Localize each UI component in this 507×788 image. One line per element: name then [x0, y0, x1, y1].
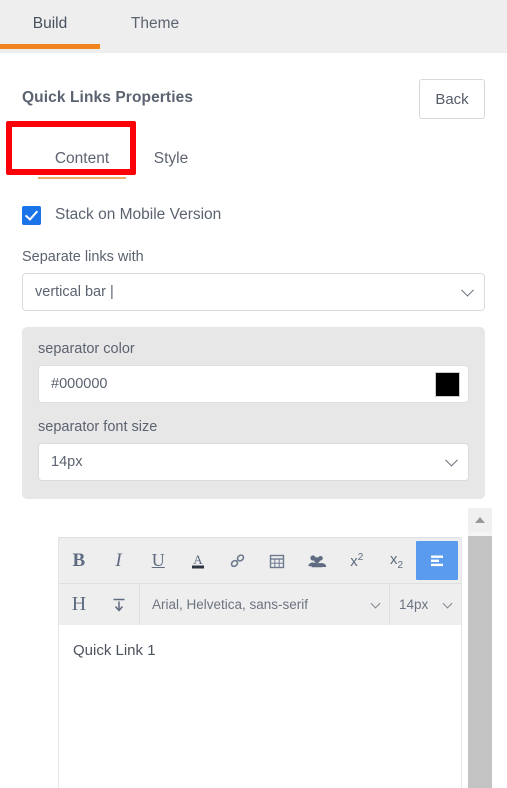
- superscript-icon[interactable]: x2: [337, 538, 377, 583]
- separator-font-size-value: 14px: [51, 454, 83, 470]
- svg-text:A: A: [193, 552, 203, 567]
- separate-links-label: Separate links with: [22, 249, 144, 265]
- separator-settings-panel: separator color #000000 separator font s…: [22, 327, 485, 499]
- link-icon[interactable]: [218, 538, 258, 583]
- separate-links-value: vertical bar |: [35, 284, 114, 300]
- back-button[interactable]: Back: [419, 79, 485, 119]
- subscript-glyph: x2: [389, 550, 403, 571]
- scroll-up-button[interactable]: [468, 508, 492, 532]
- tab-content[interactable]: Content: [30, 139, 134, 179]
- properties-panel: Quick Links Properties Back Content Styl…: [0, 53, 507, 499]
- heading-icon[interactable]: H: [59, 584, 99, 625]
- users-icon-glyph: [308, 554, 327, 567]
- superscript-glyph: x2: [350, 551, 364, 570]
- font-family-select[interactable]: Arial, Helvetica, sans-serif: [139, 584, 389, 625]
- tab-style-label: Style: [153, 150, 189, 167]
- link-icon-glyph: [230, 553, 244, 567]
- chevron-up-icon: [475, 517, 485, 523]
- editor-body-text: Quick Link 1: [73, 642, 156, 659]
- editor-left-gutter: [0, 508, 58, 788]
- rich-text-editor: B I U A x2 x2 H Arial, Helvetica, sans-s…: [58, 537, 462, 788]
- underline-icon[interactable]: U: [138, 538, 178, 583]
- italic-icon[interactable]: I: [99, 538, 139, 583]
- separator-font-size-select[interactable]: 14px: [38, 443, 469, 481]
- color-swatch[interactable]: [435, 371, 460, 397]
- chevron-down-icon: [370, 598, 381, 609]
- editor-toolbar-row-2: H Arial, Helvetica, sans-serif 14px: [59, 583, 461, 625]
- stack-on-mobile-label: Stack on Mobile Version: [55, 206, 222, 223]
- stack-on-mobile-row: Stack on Mobile Version: [22, 203, 485, 227]
- tab-build[interactable]: Build: [0, 0, 100, 49]
- separate-links-select[interactable]: vertical bar |: [22, 273, 485, 311]
- separator-color-label: separator color: [38, 341, 135, 357]
- font-family-value: Arial, Helvetica, sans-serif: [152, 597, 309, 612]
- editor-content-area[interactable]: Quick Link 1: [59, 625, 461, 788]
- chevron-down-icon: [442, 598, 453, 609]
- chevron-down-icon: [461, 283, 474, 297]
- font-size-value: 14px: [399, 597, 429, 612]
- text-color-icon[interactable]: A: [178, 538, 218, 583]
- align-icon[interactable]: [416, 541, 459, 580]
- properties-subtabs: Content Style: [22, 139, 485, 179]
- users-icon[interactable]: [297, 538, 337, 583]
- separator-color-field[interactable]: #000000: [38, 365, 469, 403]
- back-button-label: Back: [435, 90, 469, 108]
- tab-style[interactable]: Style: [134, 139, 208, 179]
- text-color-icon-glyph: A: [191, 552, 204, 568]
- stack-on-mobile-checkbox[interactable]: [22, 205, 41, 225]
- calendar-icon-glyph: [270, 554, 285, 568]
- font-size-select[interactable]: 14px: [389, 584, 461, 625]
- tab-theme-label: Theme: [130, 14, 180, 32]
- tab-build-label: Build: [32, 14, 68, 32]
- main-tabstrip: Build Theme: [0, 0, 507, 53]
- chevron-down-icon: [445, 453, 458, 467]
- vertical-scrollbar[interactable]: [468, 508, 492, 788]
- separator-font-size-label: separator font size: [38, 419, 158, 435]
- calendar-icon[interactable]: [258, 538, 298, 583]
- editor-toolbar-row-1: B I U A x2 x2: [59, 538, 461, 583]
- tab-content-label: Content: [54, 150, 110, 167]
- panel-header: Quick Links Properties Back: [22, 53, 485, 119]
- separator-color-value: #000000: [51, 376, 108, 392]
- scrollbar-thumb[interactable]: [468, 536, 492, 788]
- align-icon-glyph: [431, 555, 444, 566]
- indent-icon[interactable]: [99, 584, 139, 625]
- tab-theme[interactable]: Theme: [100, 0, 210, 47]
- indent-icon-glyph: [113, 598, 125, 612]
- editor-toolbar: B I U A x2 x2 H Arial, Helvetica, sans-s…: [59, 537, 461, 626]
- subscript-icon[interactable]: x2: [377, 538, 417, 583]
- bold-icon[interactable]: B: [59, 538, 99, 583]
- page-title: Quick Links Properties: [22, 89, 194, 106]
